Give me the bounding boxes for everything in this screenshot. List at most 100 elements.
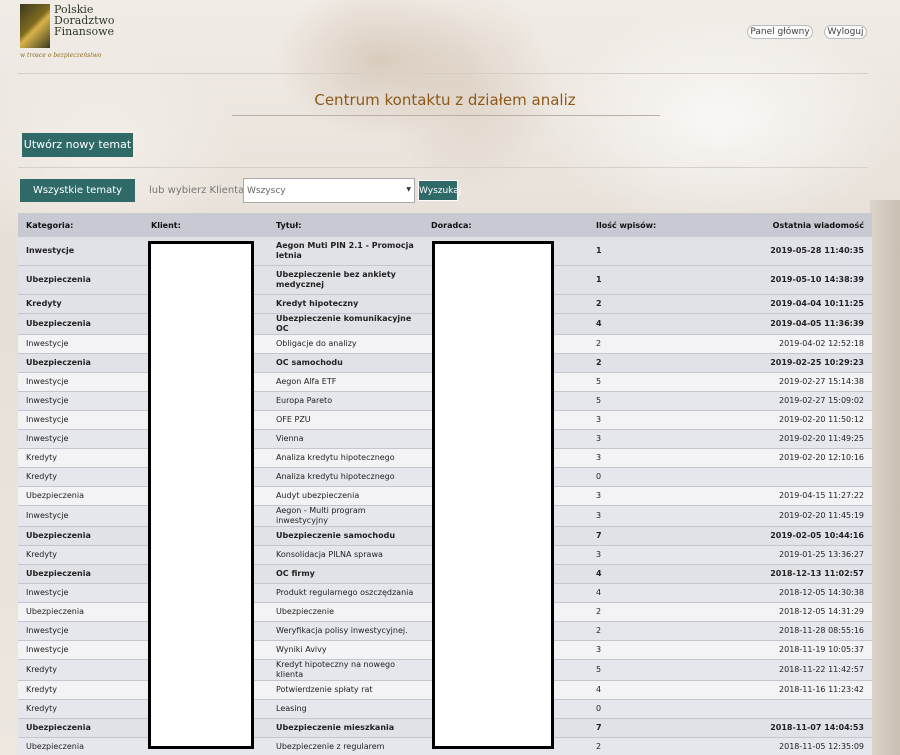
cell-category: Inwestycje: [18, 334, 143, 354]
logo-text: Polskie Doradztwo Finansowe: [54, 3, 115, 38]
cell-title: Produkt regularnego oszczędzania: [268, 583, 423, 603]
cell-title: Leasing: [268, 699, 423, 719]
cell-category: Inwestycje: [18, 372, 143, 392]
cell-entry-count: 2: [588, 602, 738, 622]
all-topics-button[interactable]: Wszystkie tematy: [20, 179, 135, 202]
header-category[interactable]: Kategoria:: [18, 213, 143, 237]
cell-last-message: [738, 467, 872, 487]
cell-entry-count: 4: [588, 564, 738, 584]
cell-category: Kredyty: [18, 448, 143, 468]
cell-last-message: 2019-02-25 10:29:23: [738, 353, 872, 373]
cell-title: Audyt ubezpieczenia: [268, 486, 423, 506]
cell-category: Ubezpieczenia: [18, 564, 143, 584]
cell-title: Ubezpieczenie komunikacyjne OC: [268, 313, 423, 335]
cell-last-message: 2019-02-27 15:09:02: [738, 391, 872, 411]
cell-title: Vienna: [268, 429, 423, 449]
cell-category: Kredyty: [18, 659, 143, 681]
cell-last-message: 2018-11-16 11:23:42: [738, 680, 872, 700]
cell-category: Ubezpieczenia: [18, 602, 143, 622]
cell-title: OFE PZU: [268, 410, 423, 430]
cell-entry-count: 4: [588, 313, 738, 335]
header-last-message[interactable]: Ostatnia wiadomość: [738, 213, 872, 237]
table-header-row: Kategoria: Klient: Tytuł: Doradca: Ilość…: [18, 213, 872, 237]
cell-entry-count: 3: [588, 429, 738, 449]
cell-last-message: 2019-02-20 12:10:16: [738, 448, 872, 468]
cell-entry-count: 2: [588, 353, 738, 373]
cell-category: Inwestycje: [18, 391, 143, 411]
page-title: Centrum kontaktu z działem analiz: [314, 91, 576, 109]
cell-entry-count: 5: [588, 391, 738, 411]
cell-last-message: 2018-11-28 08:55:16: [738, 621, 872, 641]
cell-last-message: 2019-02-05 10:44:16: [738, 526, 872, 546]
cell-title: Wyniki Avivy: [268, 640, 423, 660]
cell-category: Inwestycje: [18, 640, 143, 660]
cell-title: OC firmy: [268, 564, 423, 584]
cell-last-message: 2018-12-05 14:31:29: [738, 602, 872, 622]
cell-category: Ubezpieczenia: [18, 265, 143, 295]
header-advisor[interactable]: Doradca:: [423, 213, 588, 237]
cell-title: Obligacje do analizy: [268, 334, 423, 354]
cell-title: Analiza kredytu hipotecznego: [268, 448, 423, 468]
cell-category: Ubezpieczenia: [18, 353, 143, 373]
main-panel-button[interactable]: Panel główny: [747, 25, 813, 39]
cell-title: Potwierdzenie spłaty rat: [268, 680, 423, 700]
cell-title: Europa Pareto: [268, 391, 423, 411]
cell-last-message: 2018-11-19 10:05:37: [738, 640, 872, 660]
cell-entry-count: 4: [588, 680, 738, 700]
client-select[interactable]: Wszyscy ▼: [243, 178, 415, 203]
cell-last-message: 2019-05-10 14:38:39: [738, 265, 872, 295]
company-logo[interactable]: Polskie Doradztwo Finansowe w trosce o b…: [20, 4, 115, 60]
title-underline: [232, 115, 660, 116]
header-divider: [18, 73, 868, 74]
cell-category: Kredyty: [18, 699, 143, 719]
cell-entry-count: 5: [588, 372, 738, 392]
cell-category: Inwestycje: [18, 583, 143, 603]
client-select-value: Wszyscy: [247, 186, 286, 196]
header-entry-count[interactable]: Ilość wpisów:: [588, 213, 738, 237]
header-title[interactable]: Tytuł:: [268, 213, 423, 237]
cell-category: Kredyty: [18, 467, 143, 487]
cell-category: Inwestycje: [18, 410, 143, 430]
cell-category: Ubezpieczenia: [18, 486, 143, 506]
cell-entry-count: 2: [588, 294, 738, 314]
cell-last-message: 2019-02-20 11:49:25: [738, 429, 872, 449]
cell-category: Ubezpieczenia: [18, 313, 143, 335]
cell-category: Inwestycje: [18, 237, 143, 266]
cell-title: Weryfikacja polisy inwestycyjnej.: [268, 621, 423, 641]
cell-title: Ubezpieczenie mieszkania: [268, 718, 423, 738]
cell-last-message: 2018-11-22 11:42:57: [738, 659, 872, 681]
search-button[interactable]: Wyszukaj: [418, 180, 461, 201]
cell-title: Aegon Muti PIN 2.1 - Promocja letnia: [268, 237, 423, 266]
cell-last-message: 2018-12-05 14:30:38: [738, 583, 872, 603]
cell-category: Ubezpieczenia: [18, 526, 143, 546]
cell-category: Inwestycje: [18, 429, 143, 449]
logout-button[interactable]: Wyloguj: [824, 25, 867, 39]
cell-entry-count: 4: [588, 583, 738, 603]
cell-last-message: 2019-01-25 13:36:27: [738, 545, 872, 565]
cell-category: Ubezpieczenia: [18, 737, 143, 755]
cell-last-message: 2019-04-02 12:52:18: [738, 334, 872, 354]
cell-title: Ubezpieczenie: [268, 602, 423, 622]
cell-entry-count: 3: [588, 410, 738, 430]
cell-category: Kredyty: [18, 294, 143, 314]
cell-last-message: 2019-02-20 11:45:19: [738, 505, 872, 527]
cell-entry-count: 3: [588, 505, 738, 527]
cell-title: Analiza kredytu hipotecznego: [268, 467, 423, 487]
cell-entry-count: 3: [588, 448, 738, 468]
logo-mark-icon: [20, 4, 50, 48]
cell-title: OC samochodu: [268, 353, 423, 373]
cell-entry-count: 2: [588, 334, 738, 354]
cell-title: Aegon Alfa ETF: [268, 372, 423, 392]
cell-entry-count: 5: [588, 659, 738, 681]
cell-title: Ubezpieczenie samochodu: [268, 526, 423, 546]
new-topic-button[interactable]: Utwórz nowy temat: [22, 133, 133, 157]
cell-category: Ubezpieczenia: [18, 718, 143, 738]
cell-title: Ubezpieczenie z regularem: [268, 737, 423, 755]
cell-entry-count: 7: [588, 526, 738, 546]
header-client[interactable]: Klient:: [143, 213, 268, 237]
chevron-down-icon: ▼: [406, 186, 411, 193]
cell-title: Kredyt hipoteczny: [268, 294, 423, 314]
cell-last-message: 2019-04-04 10:11:25: [738, 294, 872, 314]
redaction-box-client: [148, 241, 254, 749]
cell-title: Ubezpieczenie bez ankiety medycznej: [268, 265, 423, 295]
